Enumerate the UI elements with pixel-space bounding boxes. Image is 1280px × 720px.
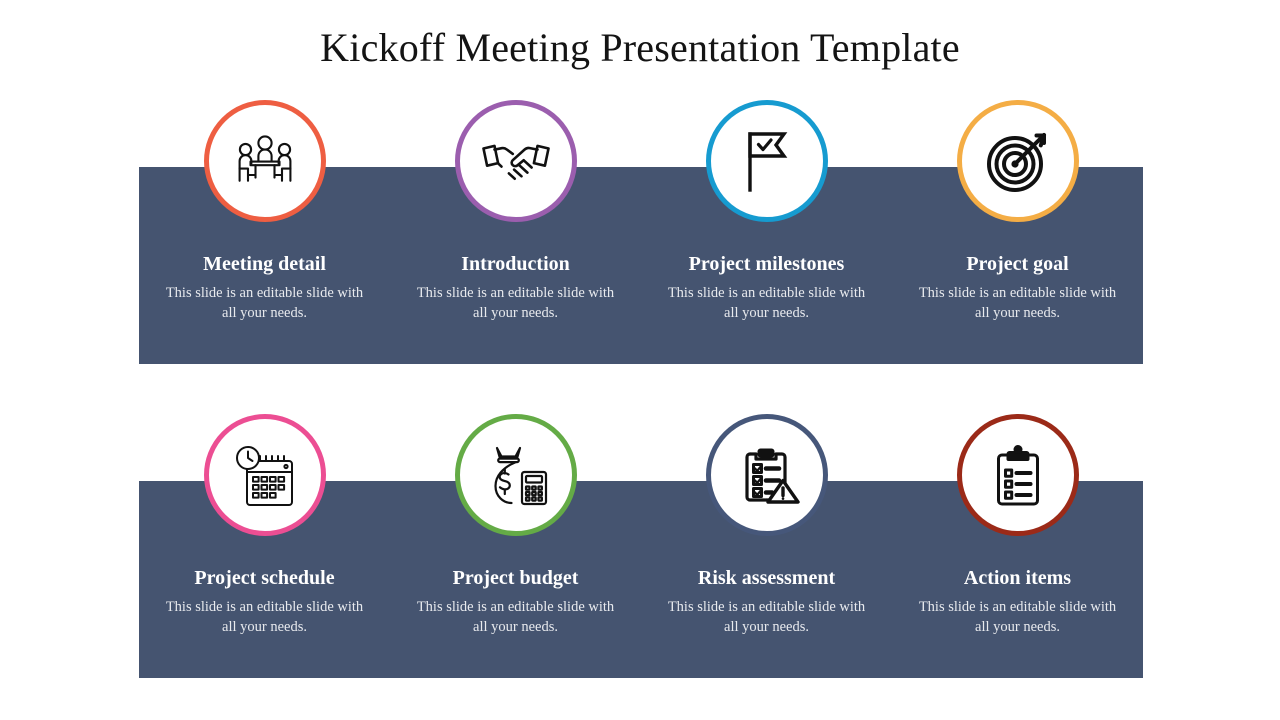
card-text-risk-assessment: Risk assessment This slide is an editabl…: [641, 567, 892, 637]
clipboard-warning-icon: [731, 439, 803, 511]
card-heading: Introduction: [461, 253, 570, 275]
icon-circle-project-milestones[interactable]: [705, 100, 828, 222]
card-heading: Action items: [963, 567, 1072, 589]
icon-circle-project-goal[interactable]: [956, 100, 1079, 222]
card-heading: Project goal: [966, 253, 1069, 275]
card-text-introduction: Introduction This slide is an editable s…: [390, 253, 641, 323]
card-heading: Risk assessment: [697, 567, 836, 589]
card-body: This slide is an editable slide with all…: [667, 285, 866, 321]
calendar-clock-icon: [229, 439, 301, 511]
card-project-goal[interactable]: Project goal This slide is an editable s…: [892, 100, 1143, 364]
card-heading: Meeting detail: [203, 253, 326, 275]
handshake-icon: [479, 124, 553, 198]
card-body: This slide is an editable slide with all…: [918, 599, 1117, 635]
card-row-1: Meeting detail This slide is an editable…: [139, 100, 1143, 364]
flag-check-icon: [730, 124, 804, 198]
card-body: This slide is an editable slide with all…: [416, 599, 615, 635]
card-risk-assessment[interactable]: Risk assessment This slide is an editabl…: [641, 414, 892, 678]
icon-circle-action-items[interactable]: [956, 414, 1079, 536]
card-text-project-schedule: Project schedule This slide is an editab…: [139, 567, 390, 637]
icon-circle-risk-assessment[interactable]: [705, 414, 828, 536]
card-text-action-items: Action items This slide is an editable s…: [892, 567, 1143, 637]
card-project-schedule[interactable]: Project schedule This slide is an editab…: [139, 414, 390, 678]
card-action-items[interactable]: Action items This slide is an editable s…: [892, 414, 1143, 678]
slide-canvas: Kickoff Meeting Presentation Template Me…: [0, 0, 1280, 720]
card-body: This slide is an editable slide with all…: [165, 285, 364, 321]
icon-circle-meeting-detail[interactable]: [203, 100, 326, 222]
meeting-people-table-icon: [228, 124, 302, 198]
card-text-project-budget: Project budget This slide is an editable…: [390, 567, 641, 637]
target-arrow-icon: [982, 125, 1054, 197]
card-text-meeting-detail: Meeting detail This slide is an editable…: [139, 253, 390, 323]
card-heading: Project schedule: [194, 567, 335, 589]
money-bag-calculator-icon: [479, 438, 553, 512]
card-heading: Project budget: [452, 567, 579, 589]
icon-circle-project-schedule[interactable]: [203, 414, 326, 536]
card-project-milestones[interactable]: Project milestones This slide is an edit…: [641, 100, 892, 364]
card-body: This slide is an editable slide with all…: [165, 599, 364, 635]
card-introduction[interactable]: Introduction This slide is an editable s…: [390, 100, 641, 364]
card-meeting-detail[interactable]: Meeting detail This slide is an editable…: [139, 100, 390, 364]
card-heading: Project milestones: [688, 253, 845, 275]
icon-circle-project-budget[interactable]: [454, 414, 577, 536]
card-body: This slide is an editable slide with all…: [416, 285, 615, 321]
card-body: This slide is an editable slide with all…: [918, 285, 1117, 321]
card-row-2: Project schedule This slide is an editab…: [139, 414, 1143, 678]
page-title: Kickoff Meeting Presentation Template: [320, 25, 960, 70]
clipboard-list-icon: [983, 440, 1053, 510]
card-project-budget[interactable]: Project budget This slide is an editable…: [390, 414, 641, 678]
icon-circle-introduction[interactable]: [454, 100, 577, 222]
card-text-project-goal: Project goal This slide is an editable s…: [892, 253, 1143, 323]
card-text-project-milestones: Project milestones This slide is an edit…: [641, 253, 892, 323]
card-body: This slide is an editable slide with all…: [667, 599, 866, 635]
